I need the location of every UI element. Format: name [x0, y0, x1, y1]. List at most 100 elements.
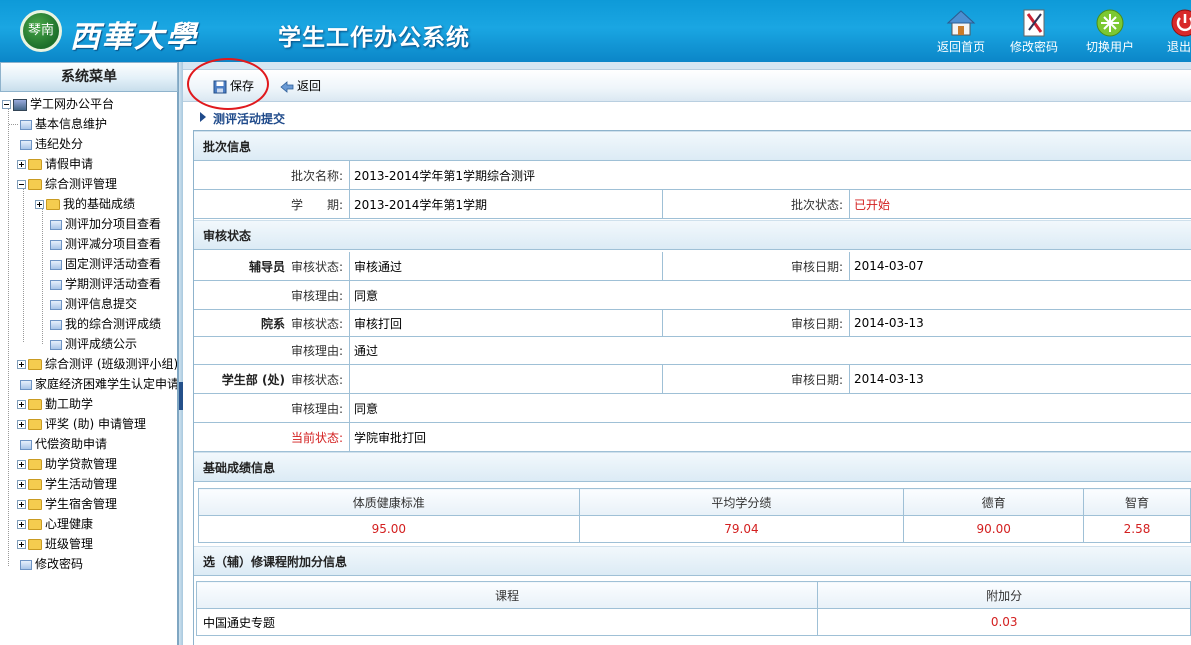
- table-row: 95.00 79.04 90.00 2.58: [198, 515, 1191, 543]
- review-reason-label: 审核理由:: [194, 281, 350, 309]
- logout-label: 退出系: [1166, 40, 1191, 54]
- folder-icon: [28, 359, 42, 370]
- course-name: 中国通史专题: [195, 608, 819, 636]
- expand-icon[interactable]: [17, 420, 26, 429]
- network-icon: [13, 98, 27, 111]
- folder-icon: [28, 499, 42, 510]
- sidebar-item-label: 学生活动管理: [45, 477, 118, 491]
- counselor-date-value: 2014-03-07: [854, 259, 924, 273]
- back-arrow-icon: [280, 80, 294, 93]
- sidebar-title: 系统菜单: [0, 62, 178, 92]
- sidebar-item-bonus[interactable]: 测评加分项目查看: [50, 214, 161, 234]
- splitter-grip[interactable]: [179, 382, 183, 410]
- switch-user-label: 切换用户: [1085, 40, 1134, 54]
- intellect-score: 2.58: [1083, 515, 1191, 543]
- column-header: 智育: [1083, 488, 1191, 516]
- folder-icon: [28, 159, 42, 170]
- expand-icon[interactable]: [17, 360, 26, 369]
- sidebar-item-leave[interactable]: 请假申请: [17, 154, 93, 174]
- page-icon: [50, 319, 62, 330]
- sidebar-item-fixed-activity[interactable]: 固定测评活动查看: [50, 254, 161, 274]
- logout-button[interactable]: 退出系: [1150, 6, 1191, 58]
- sidebar-item-label: 勤工助学: [45, 397, 94, 411]
- expand-icon[interactable]: [17, 160, 26, 169]
- back-label: 返回: [297, 79, 322, 93]
- sidebar-menu: 学工网办公平台 基本信息维护 违纪处分 请假申请 综合测评管理 我的基础成绩 测…: [0, 92, 178, 645]
- collapse-icon[interactable]: [17, 180, 26, 189]
- sidebar-item-submit[interactable]: 测评信息提交: [50, 294, 137, 314]
- sidebar-item-basic-info[interactable]: 基本信息维护: [9, 114, 107, 134]
- page-icon: [20, 559, 32, 570]
- sidebar-item-my-scores[interactable]: 我的综合测评成绩: [50, 314, 161, 334]
- page-icon: [20, 439, 32, 450]
- sidebar-item-dorm[interactable]: 学生宿舍管理: [17, 494, 117, 514]
- counselor-status-cell: 辅导员 审核状态:: [194, 252, 350, 280]
- home-icon: [946, 10, 976, 36]
- batch-status-value: 已开始: [854, 197, 891, 212]
- sidebar-item-label: 测评减分项目查看: [65, 237, 162, 251]
- expand-icon[interactable]: [17, 500, 26, 509]
- sidebar-item-label: 测评成绩公示: [65, 337, 138, 351]
- sidebar-item-deduction[interactable]: 测评减分项目查看: [50, 234, 161, 254]
- university-name: 西華大學: [70, 20, 198, 55]
- term-label: 学 期:: [194, 190, 350, 218]
- sidebar-item-compensation[interactable]: 代偿资助申请: [20, 434, 107, 454]
- sidebar-item-label: 班级管理: [45, 537, 94, 551]
- term-value: 2013-2014学年第1学期: [350, 190, 663, 218]
- home-button[interactable]: 返回首页: [926, 6, 996, 58]
- expand-icon[interactable]: [17, 480, 26, 489]
- counselor-status-row: 辅导员 审核状态: 审核通过 审核日期: 2014-03-07: [194, 252, 1191, 281]
- sidebar-item-class-eval[interactable]: 综合测评 (班级测评小组): [17, 354, 177, 374]
- folder-icon: [28, 539, 42, 550]
- sidebar-item-term-activity[interactable]: 学期测评活动查看: [50, 274, 161, 294]
- student-office-role: 学生部 (处): [221, 372, 285, 387]
- sidebar-item-publicity[interactable]: 测评成绩公示: [50, 334, 137, 354]
- sidebar-splitter[interactable]: [178, 62, 183, 645]
- sidebar-item-label: 助学贷款管理: [45, 457, 118, 471]
- sidebar-item-mental-health[interactable]: 心理健康: [17, 514, 93, 534]
- sidebar-item-financial-aid[interactable]: 家庭经济困难学生认定申请: [20, 374, 178, 394]
- folder-open-icon: [28, 179, 42, 190]
- department-status-cell: 院系 审核状态:: [194, 310, 350, 336]
- expand-icon[interactable]: [17, 540, 26, 549]
- sidebar-item-loans[interactable]: 助学贷款管理: [17, 454, 117, 474]
- sidebar-root[interactable]: 学工网办公平台: [2, 94, 114, 114]
- folder-icon: [28, 419, 42, 430]
- highlight-annotation: [187, 58, 269, 110]
- folder-icon: [28, 519, 42, 530]
- sidebar-item-activities[interactable]: 学生活动管理: [17, 474, 117, 494]
- review-reason-label: 审核理由:: [194, 337, 350, 364]
- sidebar-item-label: 评奖 (助) 申请管理: [45, 417, 146, 431]
- switch-user-button[interactable]: 切换用户: [1075, 6, 1145, 58]
- sidebar-item-label: 测评加分项目查看: [65, 217, 162, 231]
- sidebar-root-label: 学工网办公平台: [30, 97, 115, 111]
- sidebar-item-label: 家庭经济困难学生认定申请: [35, 377, 178, 391]
- sidebar-item-label: 代偿资助申请: [35, 437, 108, 451]
- sidebar-item-label: 心理健康: [45, 517, 94, 531]
- expand-icon[interactable]: [17, 460, 26, 469]
- university-logo: 琴南: [20, 10, 62, 52]
- table-row: 中国通史专题 0.03: [195, 608, 1191, 636]
- sidebar-item-basic-scores[interactable]: 我的基础成绩: [35, 194, 135, 214]
- sidebar-item-label: 我的综合测评成绩: [65, 317, 162, 331]
- folder-icon: [46, 199, 60, 210]
- change-password-button[interactable]: 修改密码: [999, 6, 1069, 58]
- sidebar-item-change-password[interactable]: 修改密码: [20, 554, 83, 574]
- expand-icon[interactable]: [35, 200, 44, 209]
- sidebar-item-awards[interactable]: 评奖 (助) 申请管理: [17, 414, 146, 434]
- review-reason-label: 审核理由:: [194, 394, 350, 422]
- expand-icon[interactable]: [17, 400, 26, 409]
- top-strip: [183, 62, 1191, 70]
- sidebar-item-work-study[interactable]: 勤工助学: [17, 394, 93, 414]
- sidebar-item-discipline[interactable]: 违纪处分: [20, 134, 83, 154]
- table-header-row: 体质健康标准 平均学分绩 德育 智育: [198, 488, 1191, 516]
- expand-icon[interactable]: [17, 520, 26, 529]
- review-status-label: 审核状态:: [290, 259, 343, 274]
- sidebar-item-class-mgmt[interactable]: 班级管理: [17, 534, 93, 554]
- student-office-status-cell: 学生部 (处) 审核状态:: [194, 365, 350, 393]
- collapse-icon[interactable]: [2, 100, 11, 109]
- review-date-label: 审核日期:: [663, 365, 850, 393]
- sidebar-item-evaluation[interactable]: 综合测评管理: [17, 174, 117, 194]
- back-button[interactable]: 返回: [280, 76, 321, 96]
- sidebar-item-label: 学期测评活动查看: [65, 277, 162, 291]
